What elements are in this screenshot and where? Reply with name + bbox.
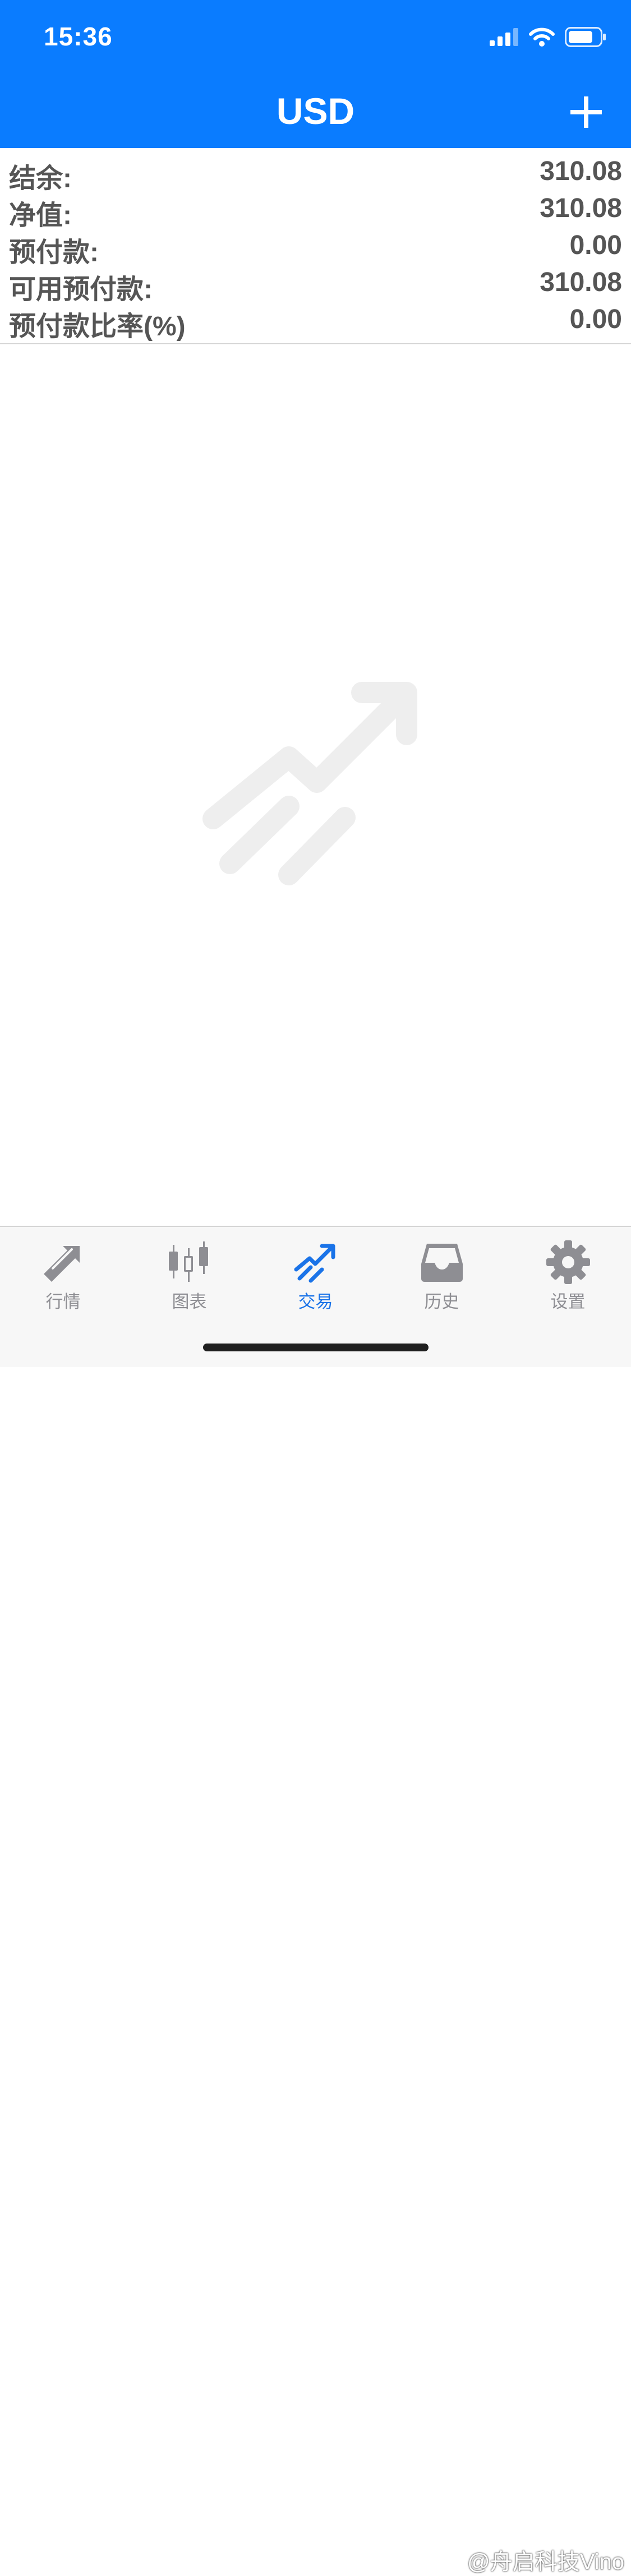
summary-row-free-margin: 可用预付款: 310.08 — [0, 264, 631, 304]
cellular-signal-icon — [490, 28, 518, 46]
add-button[interactable] — [568, 94, 604, 130]
tab-charts[interactable]: 图表 — [126, 1227, 252, 1322]
summary-row-margin: 预付款: 0.00 — [0, 227, 631, 267]
tab-charts-label: 图表 — [172, 1292, 207, 1312]
trade-icon — [294, 1244, 335, 1283]
wifi-icon — [529, 27, 555, 47]
tab-quotes-label: 行情 — [45, 1292, 81, 1312]
tab-history[interactable]: 历史 — [379, 1227, 505, 1322]
gear-icon — [546, 1240, 590, 1284]
tab-trade[interactable]: 交易 — [252, 1227, 379, 1322]
trade-trend-icon — [202, 682, 417, 885]
candlestick-chart-icon — [169, 1241, 208, 1282]
summary-row-equity: 净值: 310.08 — [0, 190, 631, 230]
battery-icon — [565, 27, 606, 47]
history-inbox-icon — [421, 1244, 463, 1282]
app-header: 15:36 USD — [0, 0, 631, 148]
tab-quotes[interactable]: 行情 — [0, 1227, 126, 1322]
margin-level-label: 预付款比率(%) — [9, 312, 186, 341]
tab-settings[interactable]: 设置 — [505, 1227, 631, 1322]
free-margin-value: 310.08 — [540, 267, 622, 297]
summary-row-margin-level: 预付款比率(%) 0.00 — [0, 301, 631, 341]
plus-icon — [570, 96, 602, 128]
page-title: USD — [276, 90, 355, 132]
margin-level-value: 0.00 — [569, 304, 622, 334]
summary-row-balance: 结余: 310.08 — [0, 153, 631, 193]
tab-trade-label: 交易 — [298, 1292, 333, 1312]
status-icons — [490, 27, 606, 47]
balance-value: 310.08 — [540, 156, 622, 186]
quotes-icon — [44, 1246, 80, 1282]
equity-value: 310.08 — [540, 193, 622, 223]
tab-history-label: 历史 — [424, 1292, 459, 1312]
margin-value: 0.00 — [569, 230, 622, 260]
status-time: 15:36 — [44, 22, 113, 51]
home-indicator[interactable] — [203, 1344, 429, 1351]
account-summary: 结余: 310.08 净值: 310.08 预付款: 0.00 可用预付款: 3… — [0, 148, 631, 344]
tab-settings-label: 设置 — [550, 1292, 586, 1312]
watermark-text: @舟启科技Vino — [467, 2550, 624, 2574]
